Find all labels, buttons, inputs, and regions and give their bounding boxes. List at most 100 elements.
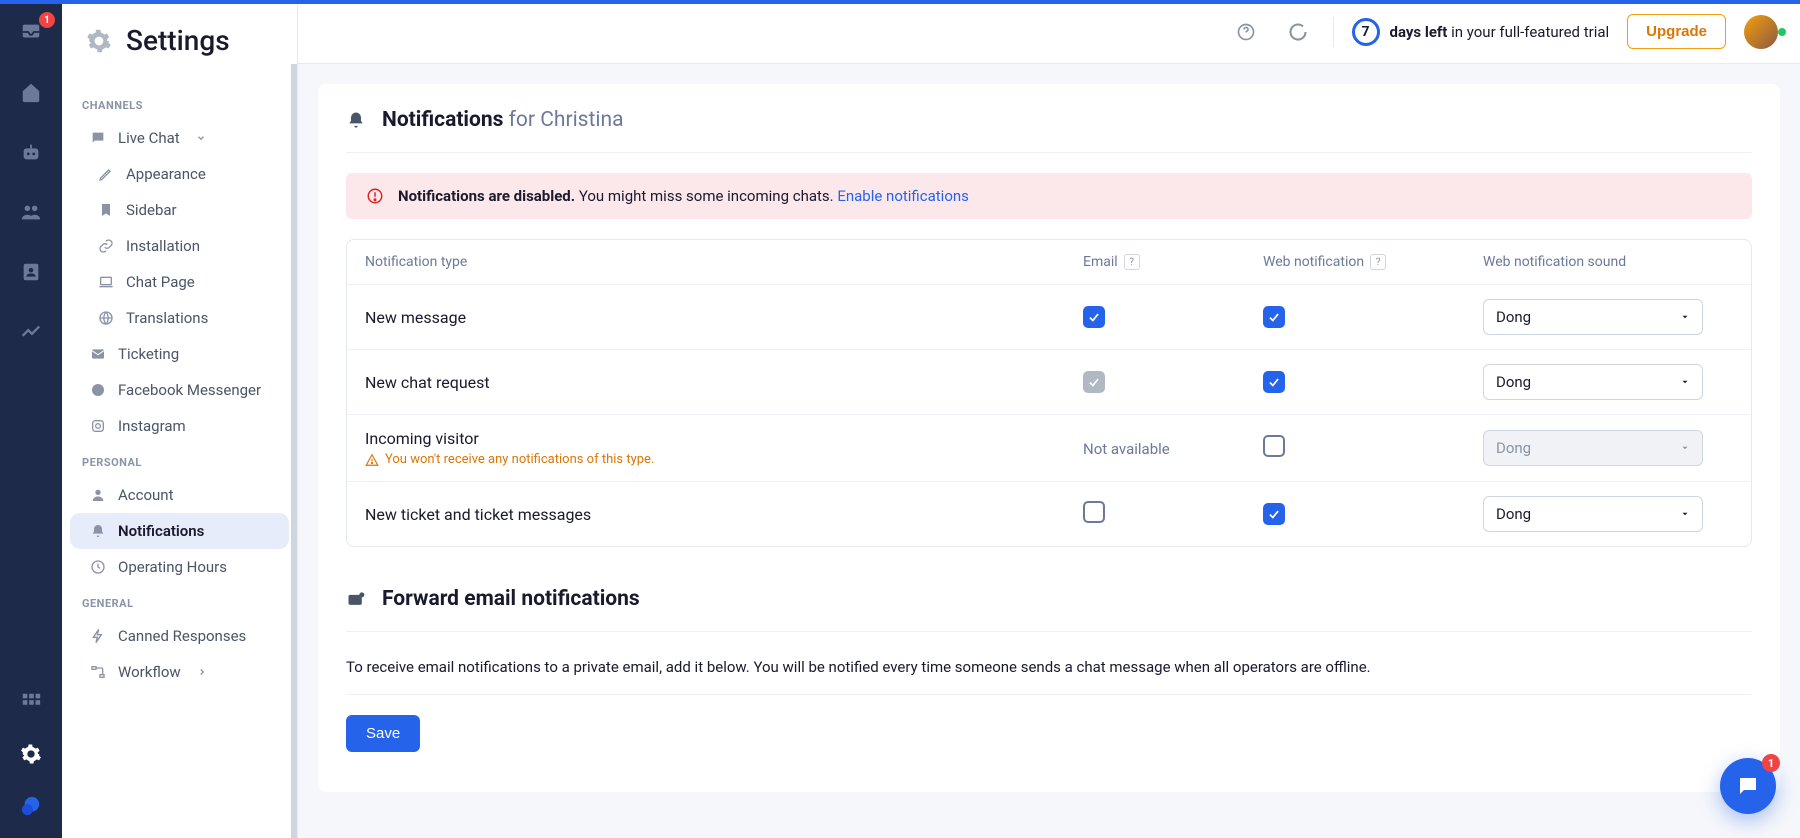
nav-label: Instagram xyxy=(118,417,186,435)
nav-live-chat[interactable]: Live Chat xyxy=(70,120,289,156)
trial-rest: in your full-featured trial xyxy=(1447,23,1609,41)
rail-visitors[interactable] xyxy=(13,194,49,230)
web-checkbox[interactable] xyxy=(1263,306,1285,328)
web-checkbox[interactable] xyxy=(1263,371,1285,393)
email-checkbox[interactable] xyxy=(1083,371,1105,393)
nav-facebook[interactable]: Facebook Messenger xyxy=(70,372,289,408)
email-checkbox[interactable] xyxy=(1083,501,1105,523)
help-web[interactable]: ? xyxy=(1370,254,1386,270)
trial-info: 7 days left in your full-featured trial xyxy=(1352,18,1610,46)
nav-label: Chat Page xyxy=(126,273,195,291)
sound-select[interactable]: Dong xyxy=(1483,299,1703,335)
help-email[interactable]: ? xyxy=(1124,254,1140,270)
title-text: Notifications xyxy=(382,108,503,132)
sidebar-resize-handle[interactable] xyxy=(291,64,297,838)
link-icon xyxy=(98,238,114,254)
fab-badge: 1 xyxy=(1762,754,1780,772)
nav-ticketing[interactable]: Ticketing xyxy=(70,336,289,372)
nav-label: Operating Hours xyxy=(118,558,227,576)
sound-select[interactable]: Dong xyxy=(1483,364,1703,400)
instagram-icon xyxy=(90,418,106,434)
refresh-button[interactable] xyxy=(1281,15,1315,49)
chat-icon xyxy=(90,130,106,146)
trial-days-badge: 7 xyxy=(1352,18,1380,46)
messenger-icon xyxy=(90,382,106,398)
email-checkbox[interactable] xyxy=(1083,306,1105,328)
settings-sidebar: Settings CHANNELS Live Chat Appearance S… xyxy=(62,0,298,838)
bolt-icon xyxy=(90,628,106,644)
table-header: Notification type Email? Web notificatio… xyxy=(347,240,1751,285)
pencil-icon xyxy=(98,166,114,182)
mail-icon xyxy=(90,346,106,362)
notifications-card: Notifications for Christina Notification… xyxy=(318,84,1780,792)
alert-icon xyxy=(366,187,384,205)
rail-contacts[interactable] xyxy=(13,254,49,290)
nav-notifications[interactable]: Notifications xyxy=(70,513,289,549)
table-row: Incoming visitor You won't receive any no… xyxy=(347,415,1751,482)
rail-inbox[interactable]: 1 xyxy=(13,14,49,50)
rail-home[interactable] xyxy=(13,74,49,110)
not-available: Not available xyxy=(1083,440,1170,458)
nav-label: Ticketing xyxy=(118,345,179,363)
rail-logo[interactable] xyxy=(13,788,49,824)
section-channels: CHANNELS xyxy=(62,87,297,120)
trial-strong: days left xyxy=(1390,23,1448,41)
nav-chat-page[interactable]: Chat Page xyxy=(70,264,289,300)
rail-analytics[interactable] xyxy=(13,314,49,350)
person-icon xyxy=(90,487,106,503)
globe-icon xyxy=(98,310,114,326)
nav-label: Translations xyxy=(126,309,208,327)
nav-appearance[interactable]: Appearance xyxy=(70,156,289,192)
sound-select[interactable]: Dong xyxy=(1483,496,1703,532)
nav-installation[interactable]: Installation xyxy=(70,228,289,264)
nav-canned[interactable]: Canned Responses xyxy=(70,618,289,654)
forward-title-text: Forward email notifications xyxy=(382,587,640,611)
nav-label: Canned Responses xyxy=(118,627,246,645)
nav-instagram[interactable]: Instagram xyxy=(70,408,289,444)
avatar[interactable] xyxy=(1744,15,1778,49)
rail-apps[interactable] xyxy=(13,684,49,720)
chevron-right-icon xyxy=(197,667,207,677)
section-personal: PERSONAL xyxy=(62,444,297,477)
nav-label: Workflow xyxy=(118,663,181,681)
bell-icon xyxy=(90,523,106,539)
nav-label: Account xyxy=(118,486,174,504)
nav-sidebar[interactable]: Sidebar xyxy=(70,192,289,228)
nav-translations[interactable]: Translations xyxy=(70,300,289,336)
chat-icon xyxy=(1736,774,1760,798)
for-user: for Christina xyxy=(509,108,624,132)
nav-workflow[interactable]: Workflow xyxy=(70,654,289,690)
gear-icon xyxy=(86,28,112,54)
nav-operating-hours[interactable]: Operating Hours xyxy=(70,549,289,585)
rail-bot[interactable] xyxy=(13,134,49,170)
sound-select: Dong xyxy=(1483,430,1703,466)
web-checkbox[interactable] xyxy=(1263,503,1285,525)
save-button[interactable]: Save xyxy=(346,715,420,752)
alert-strong: Notifications are disabled. xyxy=(398,187,575,205)
nav-label: Installation xyxy=(126,237,200,255)
rail-settings[interactable] xyxy=(13,736,49,772)
rail-inbox-badge: 1 xyxy=(39,12,55,28)
notifications-table: Notification type Email? Web notificatio… xyxy=(346,239,1752,547)
nav-label: Sidebar xyxy=(126,201,177,219)
row-label: New ticket and ticket messages xyxy=(365,505,1083,524)
notifications-disabled-alert: Notifications are disabled. You might mi… xyxy=(346,173,1752,219)
main: 7 days left in your full-featured trial … xyxy=(298,0,1800,838)
row-label: Incoming visitor xyxy=(365,429,1083,448)
col-type: Notification type xyxy=(365,254,1083,270)
upgrade-button[interactable]: Upgrade xyxy=(1627,14,1726,49)
web-checkbox[interactable] xyxy=(1263,435,1285,457)
help-button[interactable] xyxy=(1229,15,1263,49)
bookmark-icon xyxy=(98,202,114,218)
row-label: New message xyxy=(365,308,1083,327)
nav-account[interactable]: Account xyxy=(70,477,289,513)
nav-label: Notifications xyxy=(118,522,204,540)
col-sound: Web notification sound xyxy=(1483,254,1733,270)
page-header: Settings xyxy=(62,0,297,75)
chat-fab[interactable]: 1 xyxy=(1720,758,1776,814)
laptop-icon xyxy=(98,274,114,290)
enable-notifications-link[interactable]: Enable notifications xyxy=(837,187,969,205)
forward-title: Forward email notifications xyxy=(346,587,1752,632)
row-warning: You won't receive any notifications of t… xyxy=(365,452,1083,467)
forward-description: To receive email notifications to a priv… xyxy=(346,652,1752,695)
